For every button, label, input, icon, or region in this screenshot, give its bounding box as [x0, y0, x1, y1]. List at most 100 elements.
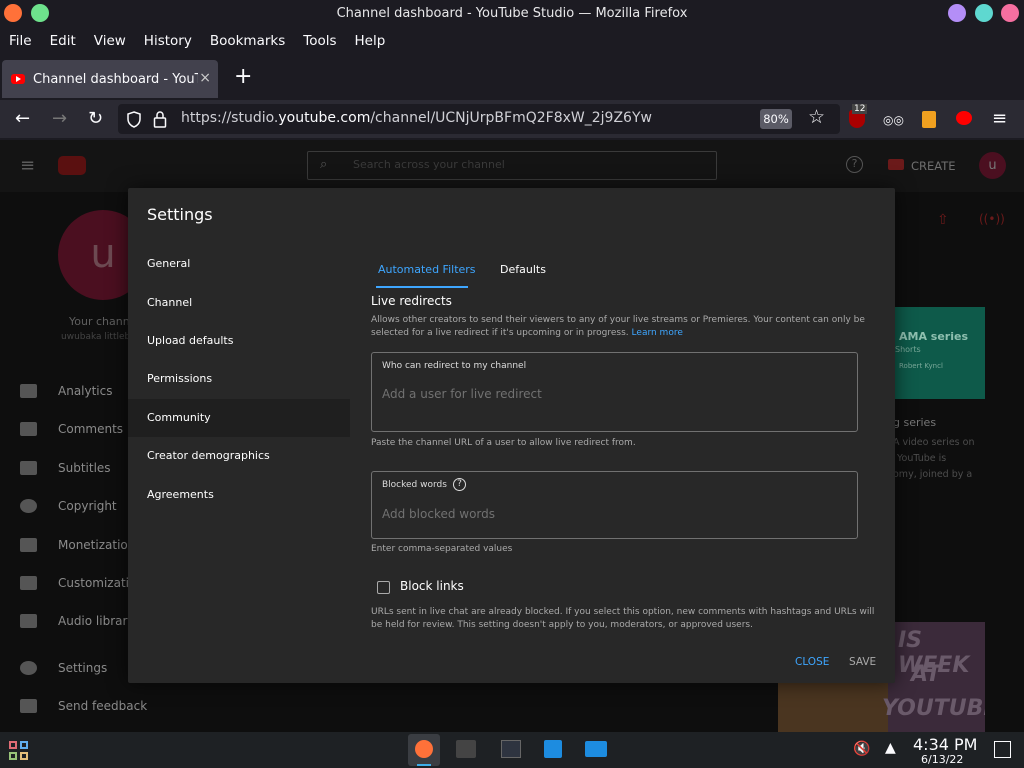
- nav-audio-library-label: Audio library: [58, 614, 135, 628]
- url-domain: youtube.com: [278, 110, 371, 126]
- block-links-label[interactable]: Block links: [400, 579, 464, 593]
- extension-clipboard-icon[interactable]: [922, 111, 936, 128]
- url-prefix: https://studio.: [181, 110, 279, 126]
- active-app-indicator: [417, 764, 431, 766]
- block-links-desc-2: be held for review. This setting doesn't…: [371, 620, 753, 630]
- search-icon: ⌕: [320, 157, 328, 172]
- window-restore-button[interactable]: [975, 4, 993, 22]
- settings-nav-agreements[interactable]: Agreements: [128, 476, 350, 514]
- menu-bookmarks[interactable]: Bookmarks: [210, 33, 285, 49]
- card-text-2: YouTube is: [897, 453, 947, 464]
- live-redirect-input[interactable]: Add a user for live redirect: [382, 387, 542, 401]
- studio-search-box[interactable]: ⌕ Search across your channel: [307, 151, 717, 180]
- menu-view[interactable]: View: [94, 33, 126, 49]
- tray-expand-icon[interactable]: ▲: [885, 740, 896, 756]
- menu-help[interactable]: Help: [355, 33, 386, 49]
- dollar-icon: [20, 538, 37, 552]
- taskbar-firefox[interactable]: [408, 734, 440, 766]
- tab-title: Channel dashboard - YouTube Studio: [33, 71, 198, 87]
- window-close-button[interactable]: [1001, 4, 1019, 22]
- hamburger-icon[interactable]: ≡: [20, 155, 35, 176]
- clock-date[interactable]: 6/13/22: [921, 753, 963, 766]
- blocked-words-field[interactable]: Blocked words? Add blocked words: [371, 471, 858, 539]
- lock-icon[interactable]: [153, 110, 167, 128]
- url-bar[interactable]: https://studio.youtube.com/channel/UCNjU…: [118, 104, 840, 134]
- card-text-3: omy, joined by a: [893, 469, 973, 480]
- file-manager-icon[interactable]: [585, 741, 607, 757]
- nav-send-feedback[interactable]: Send feedback: [20, 699, 147, 713]
- channel-name: uwubaka littlebi: [61, 332, 133, 342]
- card-heading: g series: [893, 416, 937, 429]
- settings-nav-permissions[interactable]: Permissions: [128, 360, 350, 398]
- nav-audio-library[interactable]: Audio library: [20, 614, 135, 628]
- extension-glasses-icon[interactable]: ◎◎: [883, 113, 904, 127]
- reload-icon[interactable]: ↻: [88, 109, 103, 129]
- nav-analytics[interactable]: Analytics: [20, 384, 113, 398]
- page-content: ≡ ⌕ Search across your channel ? CREATE …: [0, 140, 1024, 732]
- settings-nav-creator-demographics[interactable]: Creator demographics: [128, 437, 350, 475]
- nav-customization[interactable]: Customization: [20, 576, 144, 590]
- blocked-words-label-row: Blocked words?: [382, 478, 466, 491]
- feedback-icon: [20, 699, 37, 713]
- firefox-logo-icon: [4, 4, 22, 22]
- back-arrow-icon[interactable]: ←: [15, 109, 30, 129]
- window-maximize-button[interactable]: [31, 4, 49, 22]
- blocked-words-input[interactable]: Add blocked words: [382, 507, 495, 521]
- learn-more-link[interactable]: Learn more: [632, 328, 683, 338]
- store-icon[interactable]: [544, 740, 562, 758]
- app-launcher-icon[interactable]: [9, 741, 28, 760]
- forward-arrow-icon[interactable]: →: [52, 109, 67, 129]
- new-tab-plus-icon[interactable]: +: [234, 64, 252, 89]
- dialog-title: Settings: [147, 205, 213, 224]
- youtube-studio-logo-icon[interactable]: [58, 156, 86, 175]
- bookmark-star-icon[interactable]: ☆: [808, 107, 825, 127]
- blocked-words-label: Blocked words: [382, 480, 447, 490]
- tab-defaults[interactable]: Defaults: [500, 263, 546, 276]
- help-icon[interactable]: ?: [846, 156, 863, 173]
- tab-close-icon[interactable]: ×: [199, 70, 211, 86]
- card-person: Robert Kyncl: [899, 362, 943, 370]
- nav-subtitles[interactable]: Subtitles: [20, 461, 111, 475]
- settings-nav-community[interactable]: Community: [128, 399, 350, 437]
- nav-settings[interactable]: Settings: [20, 661, 107, 675]
- nav-monetization[interactable]: Monetization: [20, 538, 135, 552]
- settings-nav-upload-defaults[interactable]: Upload defaults: [128, 322, 350, 360]
- live-redirect-field[interactable]: Who can redirect to my channel Add a use…: [371, 352, 858, 432]
- nav-copyright[interactable]: Copyright: [20, 499, 117, 513]
- upload-icon[interactable]: ⇧: [937, 212, 949, 228]
- go-live-icon[interactable]: ((•)): [979, 212, 1005, 226]
- show-desktop-icon[interactable]: [994, 741, 1011, 758]
- menu-edit[interactable]: Edit: [50, 33, 76, 49]
- block-links-checkbox[interactable]: [377, 581, 390, 594]
- nav-comments-label: Comments: [58, 422, 124, 436]
- gear-icon: [20, 661, 37, 675]
- question-mark-icon[interactable]: ?: [452, 478, 466, 491]
- tab-channel-dashboard[interactable]: Channel dashboard - YouTube Studio ×: [2, 60, 218, 98]
- ama-series-card[interactable]: AMA series Shorts Robert Kyncl: [890, 307, 985, 399]
- settings-nav-general[interactable]: General: [128, 245, 350, 283]
- volume-muted-icon[interactable]: 🔇: [853, 741, 870, 757]
- tab-automated-filters[interactable]: Automated Filters: [378, 263, 476, 276]
- save-button[interactable]: SAVE: [849, 656, 876, 668]
- tab-bar: Channel dashboard - YouTube Studio ×: [0, 58, 1024, 98]
- menu-file[interactable]: File: [9, 33, 32, 49]
- menu-history[interactable]: History: [144, 33, 192, 49]
- youtube-extension-icon[interactable]: [956, 111, 972, 125]
- hamburger-menu-icon[interactable]: ≡: [992, 109, 1007, 129]
- settings-nav-channel[interactable]: Channel: [128, 284, 350, 322]
- terminal-icon[interactable]: [456, 740, 476, 758]
- shield-icon[interactable]: [126, 111, 142, 128]
- account-avatar[interactable]: u: [979, 152, 1006, 179]
- nav-settings-label: Settings: [58, 661, 108, 675]
- create-button[interactable]: CREATE: [911, 159, 956, 173]
- url-text[interactable]: https://studio.youtube.com/channel/UCNjU…: [181, 110, 652, 126]
- system-monitor-icon[interactable]: [501, 740, 521, 758]
- clock-time[interactable]: 4:34 PM: [913, 735, 977, 754]
- nav-comments[interactable]: Comments: [20, 422, 123, 436]
- menu-tools[interactable]: Tools: [303, 33, 336, 49]
- close-button[interactable]: CLOSE: [795, 656, 829, 668]
- system-taskbar: 🔇 ▲ 4:34 PM 6/13/22: [0, 732, 1024, 768]
- blocked-words-hint: Enter comma-separated values: [371, 544, 513, 554]
- zoom-level-badge[interactable]: 80%: [760, 109, 792, 129]
- window-minimize-button[interactable]: [948, 4, 966, 22]
